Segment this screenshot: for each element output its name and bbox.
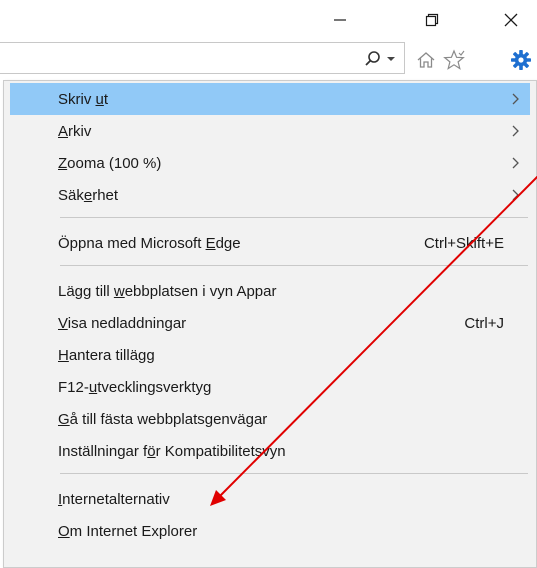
- star-icon: [443, 49, 465, 70]
- menu-item-lagg-till-webbplatsen-i-vyn-appar[interactable]: Lägg till webbplatsen i vyn Appar: [10, 275, 530, 307]
- search-dropdown-button[interactable]: [358, 48, 402, 70]
- menu-item-hantera-tillagg[interactable]: Hantera tillägg: [10, 339, 530, 371]
- menu-item-skriv-ut[interactable]: Skriv ut: [10, 83, 530, 115]
- access-key: A: [58, 122, 69, 140]
- menu-separator: [60, 265, 528, 266]
- close-icon: [504, 13, 518, 27]
- menu-item-label: Internetalternativ: [58, 490, 170, 508]
- menu-item-installningar-for-kompatibilitetsvyn[interactable]: Inställningar för Kompatibilitetsvyn: [10, 435, 530, 467]
- close-button[interactable]: [491, 6, 531, 34]
- menu-item-label: Visa nedladdningar: [58, 314, 187, 332]
- access-key: O: [58, 522, 70, 540]
- access-key: H: [58, 346, 69, 364]
- chevron-right-icon: [512, 189, 519, 201]
- menu-item-zooma-100[interactable]: Zooma (100 %): [10, 147, 530, 179]
- access-key: E: [205, 234, 216, 252]
- menu-item-sakerhet[interactable]: Säkerhet: [10, 179, 530, 211]
- title-bar: [0, 0, 537, 40]
- address-input[interactable]: [0, 42, 405, 74]
- menu-item-label: Arkiv: [58, 122, 92, 140]
- restore-icon: [425, 13, 439, 27]
- home-icon: [417, 52, 435, 68]
- menu-shortcut: Ctrl+J: [464, 314, 504, 332]
- menu-item-f12-utvecklingsverktyg[interactable]: F12-utvecklingsverktyg: [10, 371, 530, 403]
- menu-item-internetalternativ[interactable]: Internetalternativ: [10, 483, 530, 515]
- access-key: G: [58, 410, 70, 428]
- minimize-button[interactable]: [320, 6, 360, 34]
- menu-item-om-internet-explorer[interactable]: Om Internet Explorer: [10, 515, 530, 547]
- gear-icon: [511, 50, 531, 70]
- favorites-button[interactable]: [441, 48, 467, 72]
- menu-item-label: Hantera tillägg: [58, 346, 155, 364]
- menu-shortcut: Ctrl+Skift+E: [423, 234, 504, 252]
- tools-menu: Skriv ut Arkiv Zooma (100 %) Säkerhet Öppna …: [3, 80, 537, 568]
- chevron-right-icon: [512, 125, 519, 137]
- access-key: e: [83, 186, 93, 204]
- menu-item-label: Inställningar för Kompatibilitetsvyn: [58, 442, 286, 460]
- search-icon: [365, 51, 380, 66]
- access-key: u: [88, 378, 98, 396]
- menu-item-label: Om Internet Explorer: [58, 522, 198, 540]
- menu-item-visa-nedladdningar[interactable]: Visa nedladdningar Ctrl+J: [10, 307, 530, 339]
- settings-button[interactable]: [508, 48, 534, 72]
- chevron-right-icon: [512, 157, 519, 169]
- chevron-right-icon: [512, 93, 519, 105]
- menu-separator: [60, 217, 528, 218]
- menu-item-label: Säkerhet: [58, 186, 119, 204]
- menu-separator: [60, 473, 528, 474]
- menu-item-arkiv[interactable]: Arkiv: [10, 115, 530, 147]
- access-key: w: [113, 282, 125, 300]
- access-key: u: [95, 90, 104, 108]
- menu-item-oppna-med-microsoft-edge[interactable]: Öppna med Microsoft Edge Ctrl+Skift+E: [10, 227, 530, 259]
- restore-button[interactable]: [412, 6, 452, 34]
- menu-item-label: Zooma (100 %): [58, 154, 162, 172]
- menu-item-label: F12-utvecklingsverktyg: [58, 378, 212, 396]
- home-button[interactable]: [413, 48, 439, 72]
- menu-item-label: Lägg till webbplatsen i vyn Appar: [58, 282, 277, 300]
- access-key: ö: [147, 442, 156, 460]
- menu-item-label: Skriv ut: [58, 90, 109, 108]
- access-key: Z: [58, 154, 68, 172]
- chevron-down-icon: [387, 57, 395, 61]
- menu-item-ga-till-fasta-webbplatsgenvagar[interactable]: Gå till fästa webbplatsgenvägar: [10, 403, 530, 435]
- access-key: V: [58, 314, 68, 332]
- minimize-icon: [334, 19, 346, 21]
- address-toolbar: [0, 40, 537, 80]
- menu-item-label: Gå till fästa webbplatsgenvägar: [58, 410, 268, 428]
